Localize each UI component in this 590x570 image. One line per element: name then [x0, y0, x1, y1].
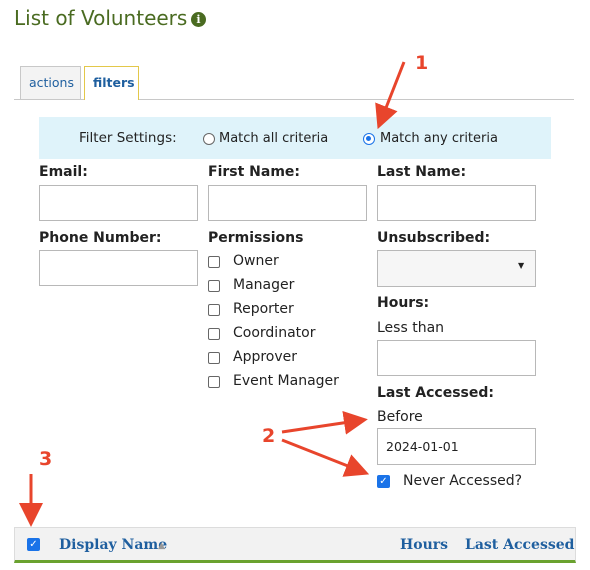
annotation-2: 2	[262, 425, 276, 447]
arrow-1	[375, 61, 406, 130]
annotation-arrows	[19, 61, 406, 527]
annotation-3: 3	[39, 448, 53, 470]
arrow-2a	[281, 410, 368, 435]
annotation-1: 1	[415, 52, 429, 74]
arrow-2b	[281, 438, 370, 477]
